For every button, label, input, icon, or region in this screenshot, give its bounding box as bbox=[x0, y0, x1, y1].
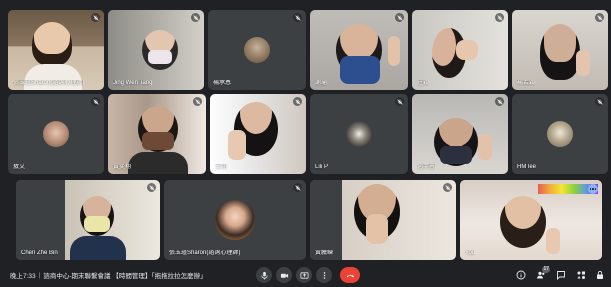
participant-name: 敖艾 bbox=[13, 164, 26, 170]
participant-tile[interactable]: 莊穎 bbox=[412, 10, 508, 90]
participant-name: 王翊 bbox=[215, 164, 228, 170]
mic-off-icon bbox=[495, 97, 504, 106]
face-mask bbox=[84, 216, 110, 232]
mic-off-icon bbox=[91, 97, 100, 106]
person-silhouette bbox=[32, 22, 72, 66]
participant-tile[interactable]: 張玉瑄Sharon(諮詢心理師) bbox=[164, 180, 306, 260]
info-icon bbox=[516, 270, 526, 280]
mic-off-icon bbox=[395, 97, 404, 106]
participant-name: 黃騰嶸 bbox=[315, 250, 334, 256]
participant-name: 楊承恩 bbox=[213, 80, 232, 86]
face-mask bbox=[340, 56, 380, 84]
mic-off-icon bbox=[91, 13, 100, 22]
participants-count-badge: 17 bbox=[542, 266, 550, 273]
chat-icon bbox=[557, 271, 565, 280]
profile-avatar bbox=[43, 121, 69, 147]
participant-name: 張玉瑄Sharon(諮詢心理師) bbox=[169, 250, 241, 256]
meeting-title: 諮商中心-期末聯繫會議 【時間管理】「拖拖拉拉怎麼辦」 bbox=[43, 273, 207, 280]
participant-tile[interactable]: 謝瑜 bbox=[310, 10, 408, 90]
camera-icon bbox=[280, 273, 288, 278]
profile-avatar bbox=[215, 200, 255, 240]
participant-tile[interactable]: 黃騰嶸 bbox=[310, 180, 456, 260]
mic-off-icon bbox=[595, 97, 604, 106]
end-call-icon bbox=[346, 274, 354, 277]
activities-button[interactable] bbox=[574, 268, 588, 282]
activities-icon bbox=[577, 271, 585, 279]
camera-button[interactable] bbox=[276, 267, 292, 283]
end-call-button[interactable] bbox=[340, 267, 360, 283]
participant-name: 謝瑜 bbox=[315, 80, 328, 86]
meeting-time: 晚上7:33 bbox=[10, 273, 36, 280]
participant-tile[interactable]: 王翊 bbox=[210, 94, 306, 174]
participant-name: HM lee bbox=[517, 164, 537, 170]
hand-gesture bbox=[478, 134, 492, 160]
participant-tile[interactable]: Lili P bbox=[310, 94, 408, 174]
meeting-details-button[interactable] bbox=[514, 268, 528, 282]
control-bar: 晚上7:33 | 諮商中心-期末聯繫會議 【時間管理】「拖拖拉拉怎麼辦」 17 bbox=[0, 263, 611, 287]
hand-gesture bbox=[228, 130, 246, 160]
present-button[interactable] bbox=[296, 267, 312, 283]
participant-name: 楊若穎 bbox=[517, 80, 536, 86]
mic-button[interactable] bbox=[256, 267, 272, 283]
mic-off-icon bbox=[495, 13, 504, 22]
participant-tile[interactable]: Chen Zhe Bin bbox=[16, 180, 160, 260]
participant-name: Jing Wen Tang bbox=[113, 80, 153, 86]
face-mask bbox=[440, 146, 472, 164]
participant-name: 張玉瑄Sharon(諮詢心理師) bbox=[13, 80, 85, 86]
mic-off-icon bbox=[293, 183, 302, 192]
hand-gesture bbox=[546, 228, 560, 254]
face-mask bbox=[148, 50, 172, 64]
more-options-icon[interactable] bbox=[588, 184, 598, 194]
person-silhouette bbox=[540, 24, 580, 80]
person-body bbox=[128, 152, 188, 174]
profile-avatar bbox=[244, 37, 270, 63]
mic-off-icon bbox=[193, 97, 202, 106]
participant-name: 何芊蕙 bbox=[417, 164, 436, 170]
more-options-icon bbox=[323, 271, 325, 279]
mic-off-icon bbox=[293, 13, 302, 22]
self-view-tile[interactable]: You bbox=[460, 180, 602, 260]
profile-avatar bbox=[346, 121, 372, 147]
mic-off-icon bbox=[395, 13, 404, 22]
host-controls-button[interactable] bbox=[594, 268, 606, 282]
participant-name: 黃奕翔 bbox=[113, 164, 132, 170]
participant-name: You bbox=[465, 250, 476, 256]
participant-tile[interactable]: Jing Wen Tang bbox=[108, 10, 204, 90]
participant-tile[interactable]: 敖艾 bbox=[8, 94, 104, 174]
mic-icon bbox=[260, 271, 268, 280]
chat-button[interactable] bbox=[554, 268, 568, 282]
participant-tile[interactable]: HM lee bbox=[512, 94, 608, 174]
hand-gesture bbox=[366, 214, 388, 244]
participant-tile[interactable]: 黃奕翔 bbox=[108, 94, 206, 174]
participant-tile[interactable]: 楊承恩 bbox=[208, 10, 306, 90]
participant-tile[interactable]: 楊若穎 bbox=[512, 10, 608, 90]
mic-off-icon bbox=[595, 13, 604, 22]
profile-avatar bbox=[547, 121, 573, 147]
participant-tile[interactable]: 張玉瑄Sharon(諮詢心理師) bbox=[8, 10, 104, 90]
hand-gesture bbox=[456, 40, 478, 60]
person-body bbox=[70, 236, 126, 260]
participant-name: Chen Zhe Bin bbox=[21, 250, 58, 256]
mic-off-icon bbox=[147, 183, 156, 192]
meet-stage: 張玉瑄Sharon(諮詢心理師) Jing Wen Tang 楊承恩 謝瑜 莊穎… bbox=[0, 0, 611, 287]
lock-person-icon bbox=[597, 270, 603, 279]
participant-tile[interactable]: 何芊蕙 bbox=[412, 94, 508, 174]
hand-gesture bbox=[576, 50, 590, 76]
present-icon bbox=[299, 271, 309, 279]
participants-button[interactable]: 17 bbox=[534, 266, 550, 282]
meeting-info: 晚上7:33 | 諮商中心-期末聯繫會議 【時間管理】「拖拖拉拉怎麼辦」 bbox=[10, 263, 207, 287]
face-mask bbox=[142, 132, 174, 150]
hand-gesture bbox=[388, 36, 400, 66]
person-silhouette bbox=[500, 196, 546, 248]
mic-off-icon bbox=[191, 13, 200, 22]
separator: | bbox=[38, 271, 41, 279]
more-button[interactable] bbox=[316, 267, 332, 283]
participant-name: 莊穎 bbox=[417, 80, 430, 86]
participant-name: Lili P bbox=[315, 164, 329, 170]
mic-off-icon bbox=[443, 183, 452, 192]
mic-off-icon bbox=[293, 97, 302, 106]
